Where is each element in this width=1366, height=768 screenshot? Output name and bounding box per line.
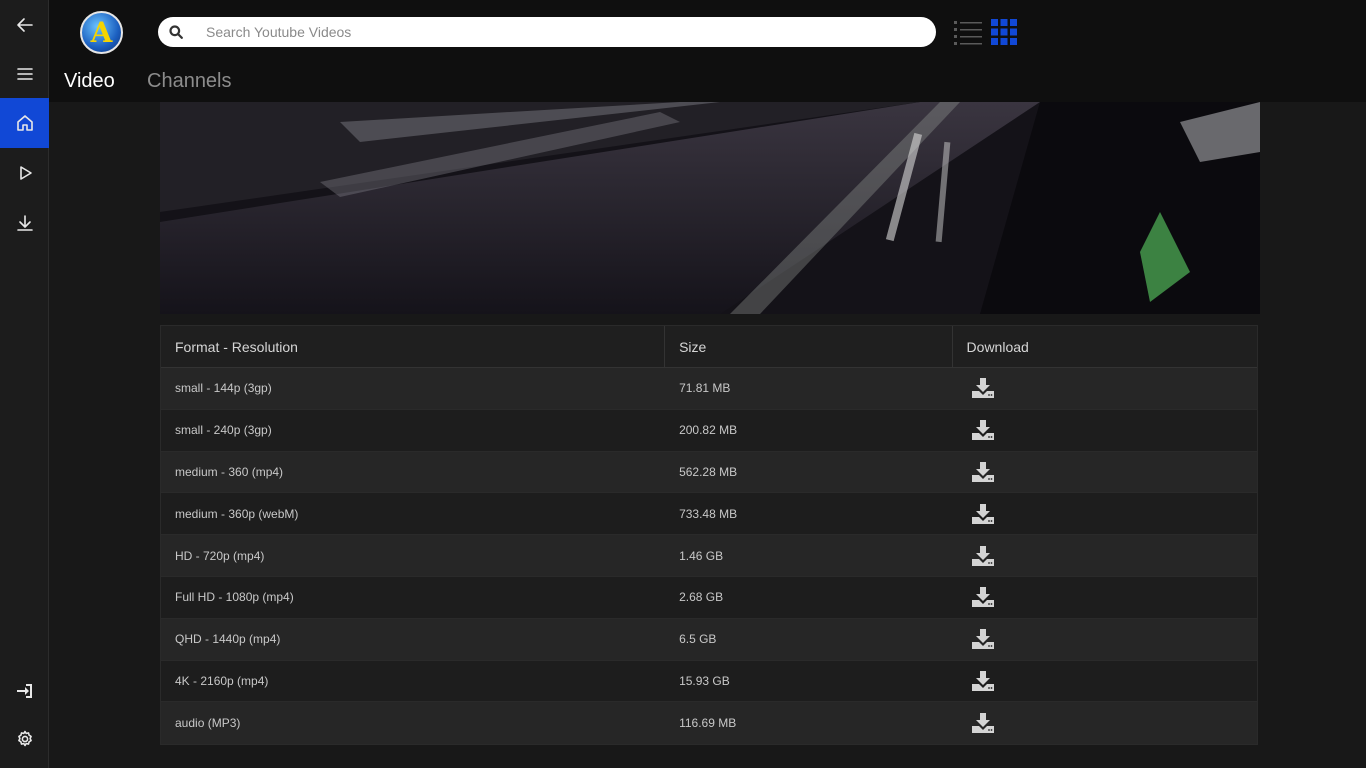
table-row: QHD - 1440p (mp4) 6.5 GB xyxy=(161,618,1257,661)
download-cell xyxy=(953,410,1257,451)
download-cell xyxy=(953,661,1257,702)
download-icon[interactable] xyxy=(971,419,995,441)
download-cell xyxy=(953,577,1257,618)
download-icon xyxy=(16,215,33,231)
home-icon xyxy=(16,115,33,131)
size-cell: 116.69 MB xyxy=(679,716,737,731)
size-cell: 733.48 MB xyxy=(679,506,738,521)
format-cell: small - 240p (3gp) xyxy=(175,423,272,438)
thumbnail-image xyxy=(160,102,1260,314)
column-header-download: Download xyxy=(966,338,1029,355)
download-icon[interactable] xyxy=(971,503,995,525)
search-icon[interactable] xyxy=(169,25,183,39)
download-cell xyxy=(953,493,1257,534)
download-cell xyxy=(953,452,1257,493)
logo-letter: A xyxy=(90,16,113,49)
gear-icon xyxy=(17,730,32,747)
table-row: medium - 360p (webM) 733.48 MB xyxy=(161,493,1257,536)
size-cell: 200.82 MB xyxy=(679,423,738,438)
size-cell: 15.93 GB xyxy=(679,673,730,688)
format-cell: medium - 360p (webM) xyxy=(175,506,299,521)
size-cell: 71.81 MB xyxy=(679,381,731,396)
column-header-size: Size xyxy=(665,326,953,367)
download-icon[interactable] xyxy=(971,461,995,483)
download-icon[interactable] xyxy=(971,628,995,650)
login-icon xyxy=(16,684,32,698)
download-icon[interactable] xyxy=(971,670,995,692)
format-cell: medium - 360 (mp4) xyxy=(175,464,284,479)
video-thumbnail[interactable] xyxy=(160,102,1260,314)
size-cell: 6.5 GB xyxy=(679,632,717,647)
menu-icon xyxy=(16,68,33,80)
app-logo: A xyxy=(80,11,123,54)
login-button[interactable] xyxy=(0,666,49,716)
format-cell: small - 144p (3gp) xyxy=(175,381,272,396)
table-row: audio (MP3) 116.69 MB xyxy=(161,702,1257,745)
download-icon[interactable] xyxy=(971,586,995,608)
back-arrow-icon xyxy=(16,18,33,32)
table-row: Full HD - 1080p (mp4) 2.68 GB xyxy=(161,576,1257,619)
download-cell xyxy=(953,368,1257,409)
download-icon[interactable] xyxy=(971,377,995,399)
table-body: small - 144p (3gp) 71.81 MB small - 240p… xyxy=(161,368,1257,745)
size-cell: 2.68 GB xyxy=(679,590,724,605)
search-input[interactable] xyxy=(206,17,906,47)
table-row: small - 240p (3gp) 200.82 MB xyxy=(161,409,1257,452)
nav-home[interactable] xyxy=(0,98,49,148)
format-cell: QHD - 1440p (mp4) xyxy=(175,632,281,647)
settings-button[interactable] xyxy=(0,714,49,764)
size-cell: 562.28 MB xyxy=(679,464,738,479)
grid-view-icon[interactable] xyxy=(991,19,1017,45)
list-view-icon[interactable] xyxy=(954,19,982,45)
format-cell: Full HD - 1080p (mp4) xyxy=(175,590,294,605)
format-cell: HD - 720p (mp4) xyxy=(175,548,265,563)
table-row: 4K - 2160p (mp4) 15.93 GB xyxy=(161,660,1257,703)
download-cell xyxy=(953,702,1257,744)
play-icon xyxy=(19,166,32,180)
nav-player[interactable] xyxy=(0,148,49,198)
table-header: Format - Resolution Size Download xyxy=(161,326,1257,368)
table-row: small - 144p (3gp) 71.81 MB xyxy=(161,368,1257,410)
download-icon[interactable] xyxy=(971,545,995,567)
menu-button[interactable] xyxy=(0,49,49,99)
nav-downloads[interactable] xyxy=(0,198,49,248)
tab-channels[interactable]: Channels xyxy=(147,70,232,93)
table-row: HD - 720p (mp4) 1.46 GB xyxy=(161,535,1257,577)
download-icon[interactable] xyxy=(971,712,995,734)
download-cell xyxy=(953,535,1257,576)
size-cell: 1.46 GB xyxy=(679,548,724,563)
search-bar xyxy=(158,17,936,47)
download-cell xyxy=(953,619,1257,660)
tab-video[interactable]: Video xyxy=(64,70,115,93)
format-cell: 4K - 2160p (mp4) xyxy=(175,673,269,688)
table-row: medium - 360 (mp4) 562.28 MB xyxy=(161,451,1257,494)
left-rail xyxy=(0,0,49,768)
back-button[interactable] xyxy=(0,0,49,50)
column-header-format: Format - Resolution xyxy=(161,326,666,367)
app-window: A Video Channels xyxy=(0,0,1366,768)
format-table: Format - Resolution Size Download small … xyxy=(160,325,1258,746)
format-cell: audio (MP3) xyxy=(175,716,241,731)
top-header: A Video Channels xyxy=(49,0,1366,102)
